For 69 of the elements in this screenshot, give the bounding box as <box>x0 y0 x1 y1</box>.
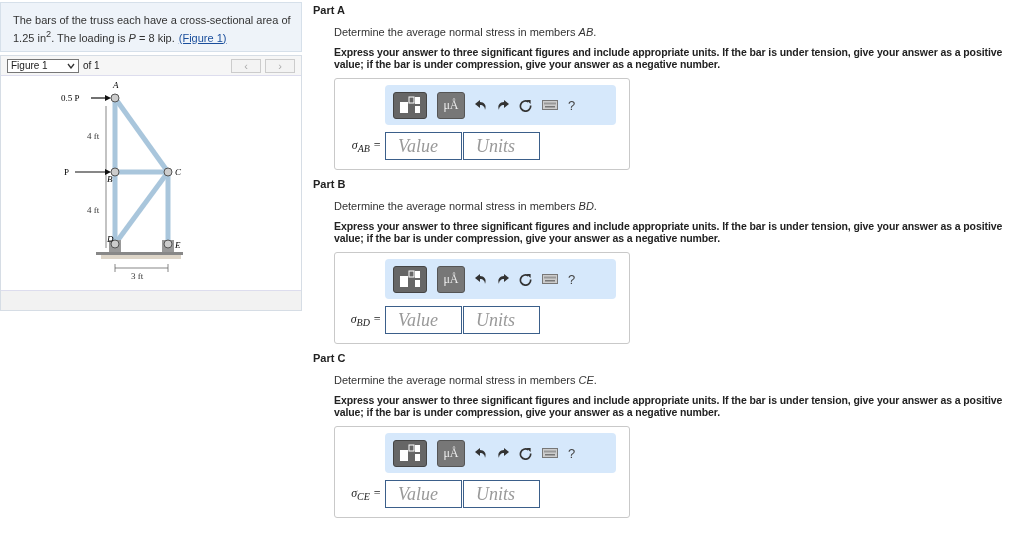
redo-icon <box>497 99 509 111</box>
dimension-label: 3 ft <box>131 271 144 281</box>
reset-icon <box>519 446 532 460</box>
value-field[interactable]: Value <box>385 480 462 508</box>
question-text: Determine the average normal stress in members BD. <box>334 200 598 212</box>
point-label: E <box>175 240 181 250</box>
undo-icon <box>475 273 487 285</box>
part-title: Part C <box>313 352 347 366</box>
redo-icon <box>497 447 509 459</box>
templates-button[interactable] <box>393 439 427 467</box>
undo-button[interactable] <box>475 273 487 285</box>
figure-select[interactable]: Figure 1 <box>7 58 79 73</box>
point-label: A <box>113 80 119 90</box>
reset-button[interactable] <box>519 446 532 460</box>
keyboard-button[interactable] <box>542 100 558 110</box>
reset-button[interactable] <box>519 272 532 286</box>
units-button[interactable]: μÅ <box>437 265 465 293</box>
undo-button[interactable] <box>475 99 487 111</box>
reset-icon <box>519 272 532 286</box>
variable-label: σ$_{AB}$ = <box>350 137 381 155</box>
reset-icon <box>519 98 532 112</box>
point-label: B <box>107 174 113 184</box>
redo-button[interactable] <box>497 447 509 459</box>
value-field[interactable]: Value <box>385 306 462 334</box>
reset-button[interactable] <box>519 98 532 112</box>
templates-button[interactable] <box>393 265 427 293</box>
units-field[interactable]: Units <box>463 132 540 160</box>
instructions-text: Express your answer to three significant figures and include appropriate units. If the bar is under tension, give your answer as a positive value; if the bar is under compression, give your answer as a negative number. <box>334 46 1004 70</box>
templates-button[interactable] <box>393 91 427 119</box>
load-label: 0.5 P <box>61 93 80 103</box>
instructions-text: Express your answer to three significant figures and include appropriate units. If the bar is under tension, give your answer as a positive value; if the bar is under compression, give your answer as a negative number. <box>334 394 1004 418</box>
figure-link[interactable]: (Figure 1) <box>178 31 227 44</box>
units-field[interactable]: Units <box>463 306 540 334</box>
instructions-text: Express your answer to three significant figures and include appropriate units. If the bar is under tension, give your answer as a positive value; if the bar is under compression, give your answer as a negative number. <box>334 220 1004 244</box>
undo-icon <box>475 99 487 111</box>
dimension-label: 4 ft <box>87 131 100 141</box>
variable-label: σ$_{CE}$ = <box>350 485 381 503</box>
templates-icon <box>399 444 421 462</box>
redo-button[interactable] <box>497 273 509 285</box>
keyboard-icon <box>542 100 558 110</box>
units-button[interactable]: μÅ <box>437 439 465 467</box>
help-button[interactable]: ? <box>568 445 576 461</box>
question-text: Determine the average normal stress in members AB. <box>334 26 598 38</box>
keyboard-button[interactable] <box>542 448 558 458</box>
dimension-label: 4 ft <box>87 205 100 215</box>
keyboard-button[interactable] <box>542 274 558 284</box>
undo-button[interactable] <box>475 447 487 459</box>
units-field[interactable]: Units <box>463 480 540 508</box>
point-label: C <box>175 167 181 177</box>
problem-text: The bars of the truss each have a cross-sectional area of 1.25 in$^{2}$. The loading is P = 8 kip. (Figure 1) <box>13 13 291 45</box>
variable-label: σ$_{BD}$ = <box>349 311 381 329</box>
load-label: P <box>64 167 69 177</box>
dropdown-icon <box>67 62 75 69</box>
help-button[interactable]: ? <box>568 271 576 287</box>
templates-icon <box>399 96 421 114</box>
value-field[interactable]: Value <box>385 132 462 160</box>
redo-icon <box>497 273 509 285</box>
point-label: D <box>107 234 114 244</box>
redo-button[interactable] <box>497 99 509 111</box>
part-title: Part A <box>313 4 346 18</box>
templates-icon <box>399 270 421 288</box>
undo-icon <box>475 447 487 459</box>
help-button[interactable]: ? <box>568 97 576 113</box>
units-button[interactable]: μÅ <box>437 91 465 119</box>
part-title: Part B <box>313 178 347 192</box>
keyboard-icon <box>542 274 558 284</box>
figure-count: of 1 <box>83 60 100 71</box>
question-text: Determine the average normal stress in members CE. <box>334 374 598 386</box>
keyboard-icon <box>542 448 558 458</box>
